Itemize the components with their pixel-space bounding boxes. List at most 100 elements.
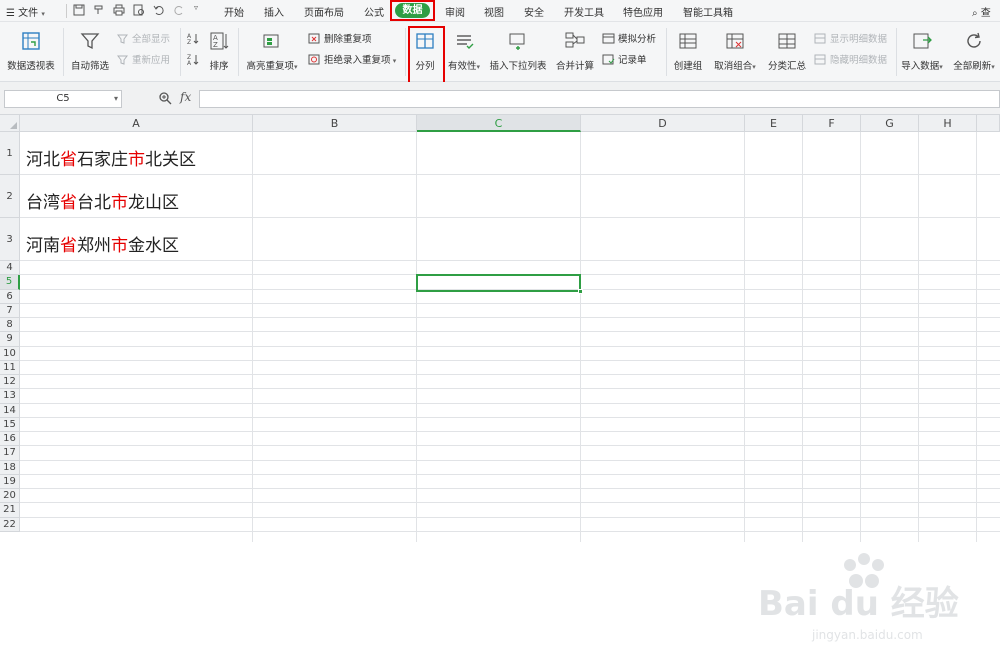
name-box[interactable]: C5 ▾ <box>4 90 122 108</box>
row-header-21[interactable]: 21 <box>0 503 20 518</box>
column-header-a[interactable]: A <box>20 115 253 132</box>
row-header-4[interactable]: 4 <box>0 261 20 276</box>
delete-duplicates-button[interactable]: 删除重复项 <box>308 32 372 46</box>
reapply-label: 重新应用 <box>132 55 171 66</box>
fill-handle[interactable] <box>578 289 583 294</box>
undo-icon[interactable] <box>152 3 166 17</box>
record-form-button[interactable]: 记录单 <box>602 53 647 67</box>
what-if-analysis-button[interactable]: 模拟分析 <box>602 32 656 46</box>
insert-function-icon[interactable]: fx <box>180 90 191 104</box>
row-header-7[interactable]: 7 <box>0 303 20 318</box>
row-header-6[interactable]: 6 <box>0 289 20 304</box>
refresh-icon <box>963 30 985 52</box>
refresh-all-button[interactable]: 全部刷新▾ <box>948 30 1000 72</box>
column-header-h[interactable]: H <box>919 115 977 132</box>
tab-security[interactable]: 安全 <box>524 4 544 19</box>
row-header-3[interactable]: 3 <box>0 218 20 261</box>
reapply-button[interactable]: 重新应用 <box>116 53 170 67</box>
chevron-down-icon[interactable]: ▾ <box>114 91 118 107</box>
row-gridline <box>20 174 1000 175</box>
autofilter-label: 自动筛选 <box>70 61 109 72</box>
data-validation-button[interactable]: 有效性▾ <box>444 30 484 72</box>
tab-home[interactable]: 开始 <box>224 4 244 19</box>
column-gridline <box>860 132 861 542</box>
divider <box>238 28 239 76</box>
pivot-table-button[interactable]: 数据透视表 <box>4 30 58 72</box>
insert-dropdown-list-button[interactable]: 插入下拉列表 <box>488 30 548 72</box>
create-group-button[interactable]: 创建组 <box>670 30 706 72</box>
hide-detail-button[interactable]: 隐藏明细数据 <box>814 53 887 67</box>
select-all-corner[interactable] <box>0 115 20 132</box>
row-header-16[interactable]: 16 <box>0 432 20 447</box>
row-gridline <box>20 302 1000 304</box>
print-preview-icon[interactable] <box>132 3 146 17</box>
row-header-10[interactable]: 10 <box>0 346 20 361</box>
column-gridline <box>416 132 417 542</box>
quick-access-more-icon[interactable]: ▿ <box>194 3 208 17</box>
tab-insert[interactable]: 插入 <box>264 4 284 19</box>
show-detail-label: 显示明细数据 <box>830 34 888 45</box>
column-header-e[interactable]: E <box>745 115 803 132</box>
cell-text: 台北 <box>77 193 111 213</box>
column-header-next[interactable] <box>977 115 1000 132</box>
column-header-g[interactable]: G <box>861 115 919 132</box>
row-header-22[interactable]: 22 <box>0 517 20 532</box>
tab-formulas[interactable]: 公式 <box>364 4 384 19</box>
file-menu[interactable]: ☰ 文件 ▾ <box>6 4 45 19</box>
column-header-c[interactable]: C <box>417 115 581 132</box>
column-header-b[interactable]: B <box>253 115 417 132</box>
show-detail-button[interactable]: 显示明细数据 <box>814 32 887 46</box>
zoom-icon[interactable] <box>158 91 172 105</box>
row-header-2[interactable]: 2 <box>0 175 20 218</box>
row-header-15[interactable]: 15 <box>0 417 20 432</box>
cell-text-highlight: 市 <box>111 236 128 256</box>
consolidate-button[interactable]: 合并计算 <box>553 30 597 72</box>
column-header-f[interactable]: F <box>803 115 861 132</box>
data-validation-label: 有效性▾ <box>447 61 481 72</box>
save-icon[interactable] <box>72 3 86 17</box>
reject-duplicates-button[interactable]: 拒绝录入重复项 ▾ <box>308 53 396 67</box>
row-header-17[interactable]: 17 <box>0 446 20 461</box>
tab-view[interactable]: 视图 <box>484 4 504 19</box>
row-header-14[interactable]: 14 <box>0 403 20 418</box>
cell-a3[interactable]: 河南省郑州市金水区 <box>26 231 179 256</box>
row-header-11[interactable]: 11 <box>0 360 20 375</box>
tab-review[interactable]: 审阅 <box>445 4 465 19</box>
tab-special[interactable]: 特色应用 <box>623 4 663 19</box>
row-header-9[interactable]: 9 <box>0 332 20 347</box>
record-form-label: 记录单 <box>618 55 647 66</box>
autofilter-button[interactable]: 自动筛选 <box>68 30 112 72</box>
format-painter-icon[interactable] <box>92 3 106 17</box>
row-header-19[interactable]: 19 <box>0 474 20 489</box>
row-gridline <box>20 317 1000 318</box>
row-header-12[interactable]: 12 <box>0 375 20 390</box>
delete-duplicates-label: 删除重复项 <box>324 34 372 45</box>
row-header-5[interactable]: 5 <box>0 275 20 290</box>
sort-descending-button[interactable]: ZA <box>186 53 202 67</box>
tab-developer[interactable]: 开发工具 <box>564 4 604 19</box>
row-header-13[interactable]: 13 <box>0 389 20 404</box>
cell-a1[interactable]: 河北省石家庄市北关区 <box>26 145 196 170</box>
row-header-18[interactable]: 18 <box>0 460 20 475</box>
tab-page-layout[interactable]: 页面布局 <box>304 4 344 19</box>
import-data-button[interactable]: 导入数据▾ <box>900 30 944 72</box>
search-button[interactable]: ⌕ 查 <box>972 4 991 19</box>
sort-ascending-button[interactable]: AZ <box>186 32 202 46</box>
row-header-8[interactable]: 8 <box>0 318 20 333</box>
column-header-d[interactable]: D <box>581 115 745 132</box>
row-header-1[interactable]: 1 <box>0 132 20 175</box>
show-all-button[interactable]: 全部显示 <box>116 32 170 46</box>
redo-icon[interactable] <box>172 3 186 17</box>
sort-button[interactable]: AZ 排序 <box>204 30 234 72</box>
active-cell-c5[interactable] <box>416 274 583 294</box>
subtotal-button[interactable]: 分类汇总 <box>765 30 809 72</box>
print-icon[interactable] <box>112 3 126 17</box>
subtotal-label: 分类汇总 <box>767 61 806 72</box>
highlight-box-data-tab <box>390 0 435 21</box>
ungroup-button[interactable]: 取消组合▾ <box>710 30 760 72</box>
formula-input[interactable] <box>199 90 1000 108</box>
highlight-duplicates-button[interactable]: 高亮重复项▾ <box>242 30 302 72</box>
row-header-20[interactable]: 20 <box>0 489 20 504</box>
cell-a2[interactable]: 台湾省台北市龙山区 <box>26 188 179 213</box>
tab-smart-toolbox[interactable]: 智能工具箱 <box>683 4 733 19</box>
